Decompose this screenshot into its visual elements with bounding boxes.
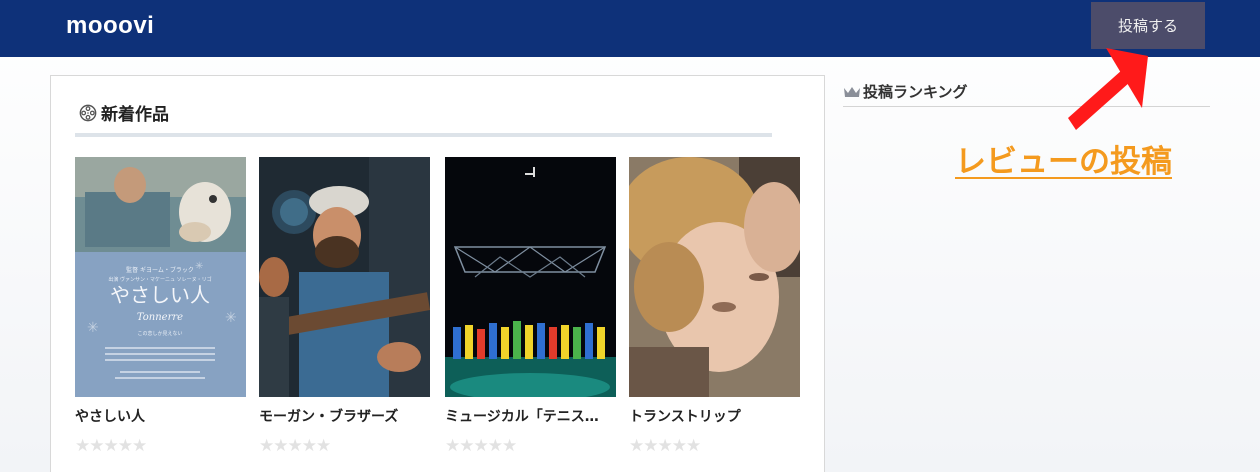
- movie-card[interactable]: 監督 ギヨーム・ブラック 出演 ヴァンサン・マケーニュ ソレーヌ・リゴ やさしい…: [75, 157, 246, 456]
- svg-text:監督 ギヨーム・ブラック: 監督 ギヨーム・ブラック: [126, 266, 194, 274]
- svg-text:✳: ✳: [195, 261, 203, 272]
- site-logo[interactable]: mooovi: [66, 12, 154, 40]
- movie-poster[interactable]: [629, 157, 800, 397]
- movie-title[interactable]: トランストリップ: [629, 406, 800, 426]
- section-title-label: 新着作品: [101, 105, 169, 125]
- crown-icon: [844, 86, 860, 97]
- section-divider: [75, 133, 772, 137]
- movie-poster[interactable]: [259, 157, 430, 397]
- svg-text:✳: ✳: [225, 310, 237, 326]
- review-post-annotation[interactable]: レビューの投稿: [955, 136, 1172, 181]
- ranking-title: 投稿ランキング: [863, 83, 968, 101]
- poster-subtitle: Tonnerre: [137, 312, 183, 323]
- star-rating: ★★★★★: [629, 436, 701, 456]
- movie-card[interactable]: ミュージカル「テニス… ★★★★★: [445, 157, 616, 456]
- star-rating: ★★★★★: [259, 436, 331, 456]
- star-rating: ★★★★★: [75, 436, 147, 456]
- movie-title[interactable]: モーガン・ブラザーズ: [259, 406, 430, 426]
- movie-poster[interactable]: [445, 157, 616, 397]
- post-button[interactable]: 投稿する: [1091, 2, 1205, 49]
- svg-text:この恋しか見えない: この恋しか見えない: [137, 330, 182, 337]
- movie-card[interactable]: モーガン・ブラザーズ ★★★★★: [259, 157, 430, 456]
- movie-title[interactable]: やさしい人: [75, 406, 246, 426]
- movie-title[interactable]: ミュージカル「テニス…: [445, 406, 616, 426]
- film-reel-icon: [79, 104, 97, 121]
- svg-text:✳: ✳: [87, 320, 99, 336]
- annotation-arrow-icon: [1068, 48, 1148, 130]
- section-title: 新着作品: [79, 100, 169, 125]
- star-rating: ★★★★★: [445, 436, 517, 456]
- new-works-panel: 新着作品 監督 ギヨーム・ブラック 出演 ヴァンサン・マケーニュ ソレーヌ・リゴ…: [50, 75, 825, 472]
- poster-title: やさしい人: [110, 283, 210, 307]
- svg-text:出演 ヴァンサン・マケーニュ ソレーヌ・リゴ: 出演 ヴァンサン・マケーニュ ソレーヌ・リゴ: [108, 276, 211, 283]
- movie-poster[interactable]: 監督 ギヨーム・ブラック 出演 ヴァンサン・マケーニュ ソレーヌ・リゴ やさしい…: [75, 157, 246, 397]
- movie-card[interactable]: トランストリップ ★★★★★: [629, 157, 800, 456]
